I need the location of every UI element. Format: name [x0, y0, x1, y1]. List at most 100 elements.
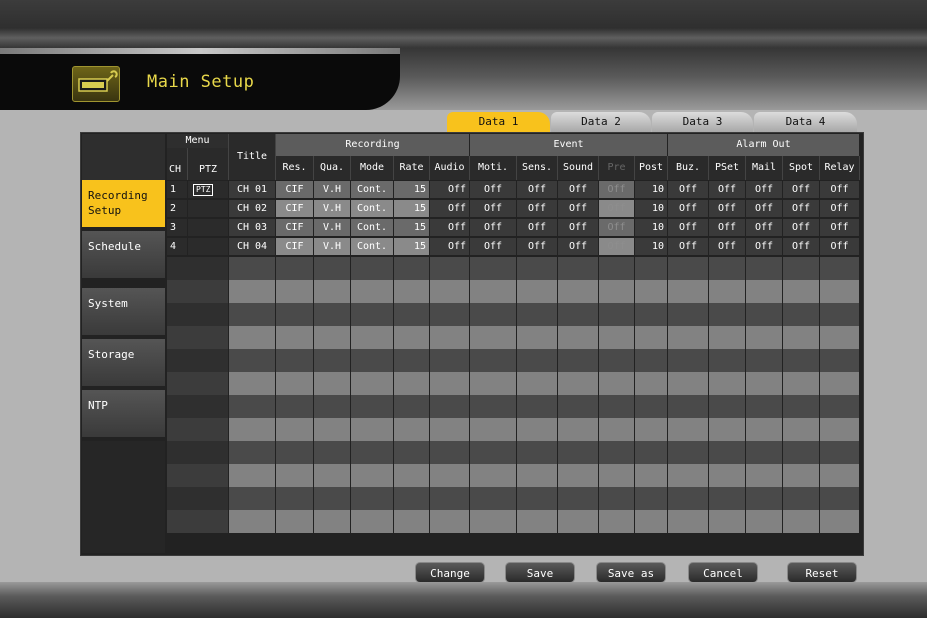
- ptz-cell[interactable]: [188, 200, 229, 217]
- buz-cell[interactable]: Off: [668, 219, 709, 236]
- sens-cell[interactable]: Off: [517, 238, 558, 255]
- tab-data-1[interactable]: Data 1: [447, 112, 550, 132]
- mail-cell[interactable]: Off: [746, 238, 783, 255]
- res-cell[interactable]: CIF: [276, 219, 314, 236]
- relay-cell[interactable]: Off: [820, 238, 860, 255]
- pset-cell[interactable]: Off: [709, 181, 746, 198]
- mail-cell[interactable]: Off: [746, 219, 783, 236]
- pre-cell[interactable]: Off: [599, 200, 635, 217]
- sound-cell[interactable]: Off: [558, 200, 599, 217]
- audio-cell[interactable]: Off: [430, 238, 470, 255]
- ch-cell[interactable]: 4: [167, 238, 188, 255]
- sens-cell[interactable]: Off: [517, 200, 558, 217]
- spot-cell[interactable]: Off: [783, 181, 820, 198]
- post-cell[interactable]: 10: [635, 200, 668, 217]
- rate-cell[interactable]: 15: [394, 219, 430, 236]
- title-cell[interactable]: CH 04: [229, 238, 276, 255]
- empty-grid-cell: [430, 464, 470, 487]
- pre-cell[interactable]: Off: [599, 219, 635, 236]
- pset-cell[interactable]: Off: [709, 200, 746, 217]
- empty-grid-cell: [746, 280, 783, 303]
- empty-grid-cell: [746, 257, 783, 280]
- relay-cell[interactable]: Off: [820, 219, 860, 236]
- empty-grid-cell: [351, 280, 394, 303]
- qua-cell[interactable]: V.H: [314, 238, 351, 255]
- moti-cell[interactable]: Off: [470, 181, 517, 198]
- sens-cell[interactable]: Off: [517, 219, 558, 236]
- tab-data-2[interactable]: Data 2: [551, 112, 651, 132]
- sidebar-item-schedule[interactable]: Schedule: [82, 231, 165, 280]
- sidebar-item-system[interactable]: System: [82, 288, 165, 337]
- mail-cell[interactable]: Off: [746, 181, 783, 198]
- reset-button[interactable]: Reset: [787, 562, 857, 583]
- ptz-cell[interactable]: [188, 238, 229, 255]
- post-cell[interactable]: 10: [635, 219, 668, 236]
- mode-cell[interactable]: Cont.: [351, 219, 394, 236]
- pset-cell[interactable]: Off: [709, 219, 746, 236]
- pset-cell[interactable]: Off: [709, 238, 746, 255]
- buz-cell[interactable]: Off: [668, 181, 709, 198]
- empty-grid-cell: [558, 280, 599, 303]
- empty-grid-cell: [820, 349, 860, 372]
- tab-data-3[interactable]: Data 3: [652, 112, 753, 132]
- empty-grid-cell: [314, 464, 351, 487]
- ptz-cell[interactable]: PTZ: [188, 181, 229, 198]
- qua-cell[interactable]: V.H: [314, 200, 351, 217]
- rate-cell[interactable]: 15: [394, 200, 430, 217]
- spot-cell[interactable]: Off: [783, 200, 820, 217]
- rate-cell[interactable]: 15: [394, 181, 430, 198]
- empty-grid-cell: [599, 280, 635, 303]
- post-cell[interactable]: 10: [635, 181, 668, 198]
- cancel-button[interactable]: Cancel: [688, 562, 758, 583]
- tab-data-4[interactable]: Data 4: [754, 112, 857, 132]
- title-header: Title: [229, 134, 276, 180]
- pre-cell[interactable]: Off: [599, 238, 635, 255]
- buz-cell[interactable]: Off: [668, 200, 709, 217]
- empty-grid-cell: [394, 349, 430, 372]
- buz-cell[interactable]: Off: [668, 238, 709, 255]
- ch-cell[interactable]: 1: [167, 181, 188, 198]
- mode-cell[interactable]: Cont.: [351, 200, 394, 217]
- mode-cell[interactable]: Cont.: [351, 181, 394, 198]
- empty-grid-cell: [668, 395, 709, 418]
- sidebar-item-recording-setup[interactable]: Recording Setup: [82, 180, 165, 229]
- ptz-cell[interactable]: [188, 219, 229, 236]
- sens-cell[interactable]: Off: [517, 181, 558, 198]
- save-button[interactable]: Save: [505, 562, 575, 583]
- qua-cell[interactable]: V.H: [314, 181, 351, 198]
- spot-cell[interactable]: Off: [783, 238, 820, 255]
- change-button[interactable]: Change: [415, 562, 485, 583]
- save-as-button[interactable]: Save as: [596, 562, 666, 583]
- audio-cell[interactable]: Off: [430, 219, 470, 236]
- relay-cell[interactable]: Off: [820, 200, 860, 217]
- mail-cell[interactable]: Off: [746, 200, 783, 217]
- sound-cell[interactable]: Off: [558, 219, 599, 236]
- sound-cell[interactable]: Off: [558, 238, 599, 255]
- qua-cell[interactable]: V.H: [314, 219, 351, 236]
- post-cell[interactable]: 10: [635, 238, 668, 255]
- empty-grid-cell: [276, 326, 314, 349]
- sidebar-item-storage[interactable]: Storage: [82, 339, 165, 388]
- audio-cell[interactable]: Off: [430, 200, 470, 217]
- moti-cell[interactable]: Off: [470, 219, 517, 236]
- mode-cell[interactable]: Cont.: [351, 238, 394, 255]
- relay-cell[interactable]: Off: [820, 181, 860, 198]
- sound-cell[interactable]: Off: [558, 181, 599, 198]
- res-cell[interactable]: CIF: [276, 238, 314, 255]
- pre-cell[interactable]: Off: [599, 181, 635, 198]
- res-cell[interactable]: CIF: [276, 200, 314, 217]
- title-cell[interactable]: CH 03: [229, 219, 276, 236]
- audio-cell[interactable]: Off: [430, 181, 470, 198]
- title-cell[interactable]: CH 01: [229, 181, 276, 198]
- sound-header: Sound: [558, 156, 599, 180]
- title-cell[interactable]: CH 02: [229, 200, 276, 217]
- res-cell[interactable]: CIF: [276, 181, 314, 198]
- ch-cell[interactable]: 2: [167, 200, 188, 217]
- spot-cell[interactable]: Off: [783, 219, 820, 236]
- moti-cell[interactable]: Off: [470, 200, 517, 217]
- rate-cell[interactable]: 15: [394, 238, 430, 255]
- ptz-badge[interactable]: PTZ: [193, 184, 214, 196]
- moti-cell[interactable]: Off: [470, 238, 517, 255]
- sidebar-item-ntp[interactable]: NTP: [82, 390, 165, 439]
- ch-cell[interactable]: 3: [167, 219, 188, 236]
